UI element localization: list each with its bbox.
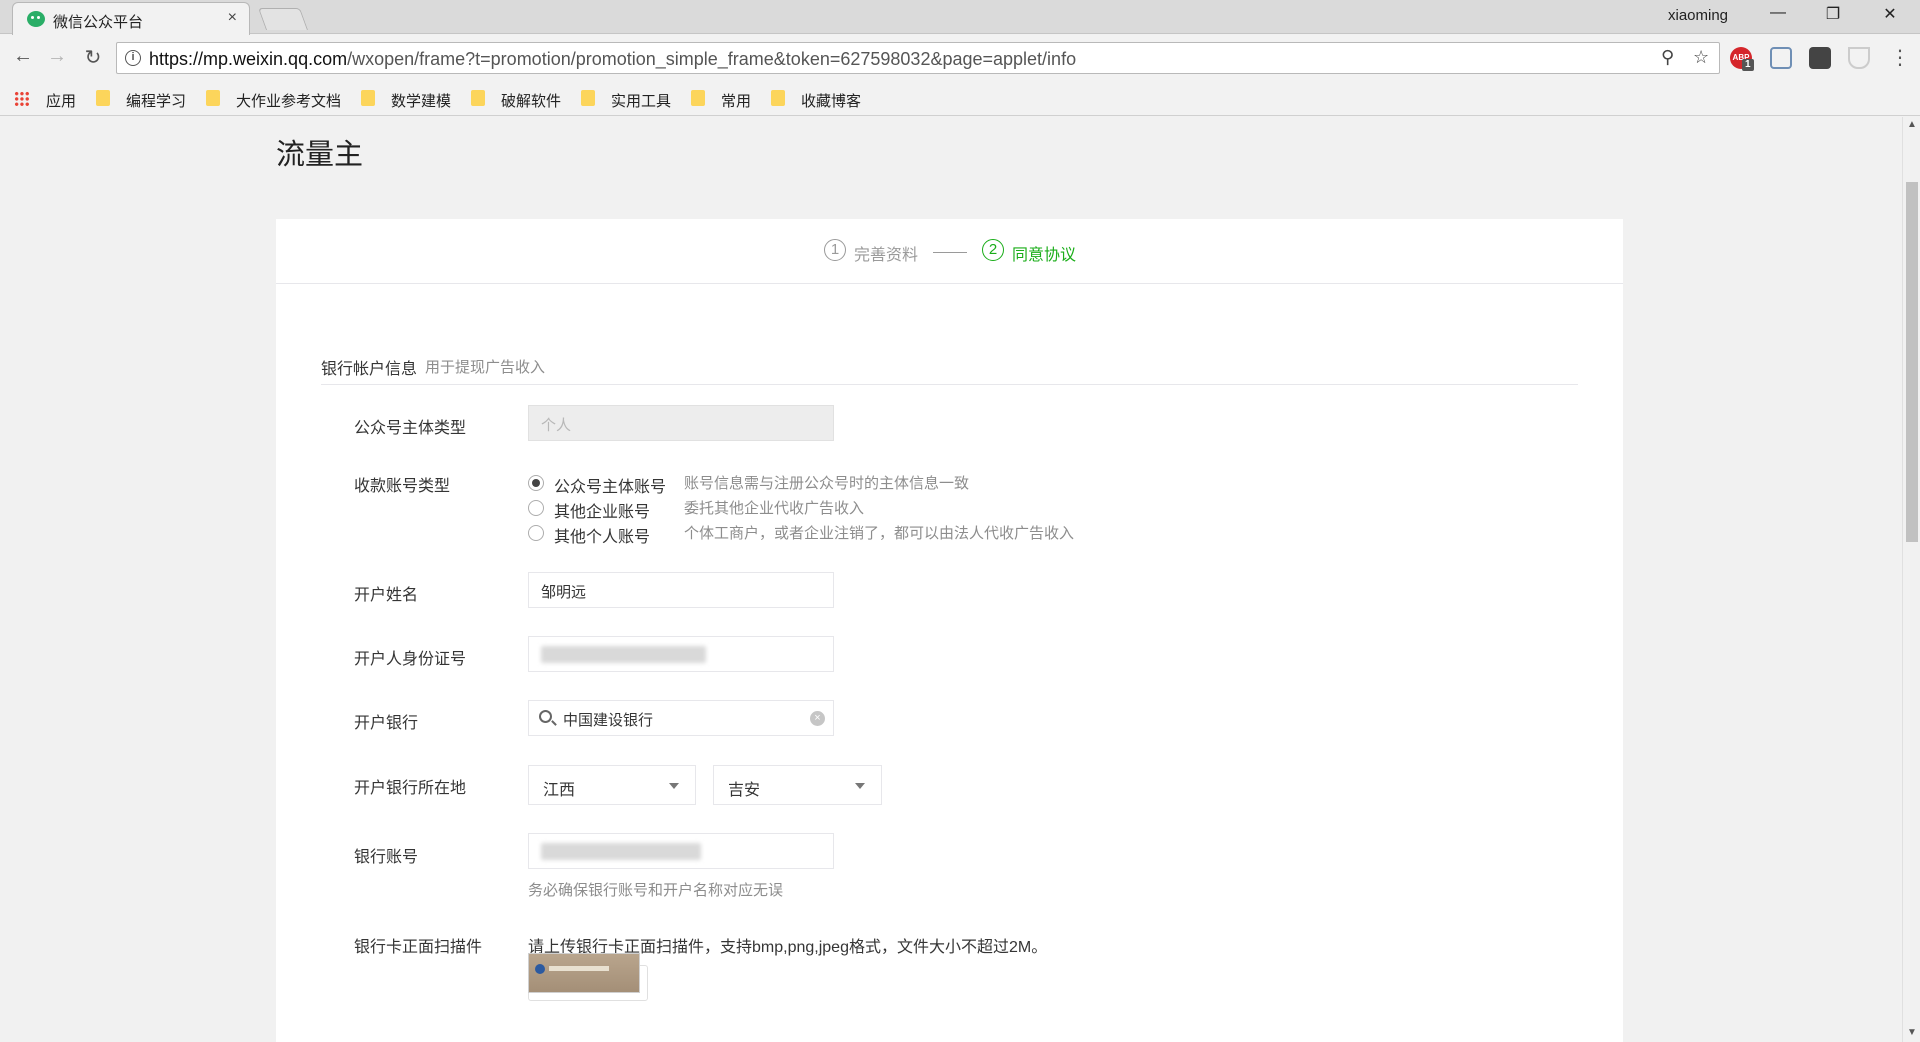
- province-value: 江西: [543, 776, 575, 800]
- card-scan-label: 银行卡正面扫描件: [354, 933, 482, 957]
- scroll-up-icon[interactable]: ▲: [1907, 119, 1917, 130]
- folder-icon: [206, 90, 220, 106]
- step-2-number: 2: [982, 239, 1004, 261]
- step-connector: [933, 252, 967, 253]
- chevron-down-icon: [669, 783, 679, 789]
- reload-icon[interactable]: ↻: [80, 45, 106, 70]
- folder-icon: [581, 90, 595, 106]
- profile-name[interactable]: xiaoming: [1668, 7, 1728, 24]
- minimize-button[interactable]: —: [1763, 4, 1793, 22]
- folder-icon: [771, 90, 785, 106]
- redacted-value: [541, 646, 706, 663]
- bookmarks-bar: 应用 编程学习 大作业参考文档 数学建模 破解软件 实用工具 常用 收藏博客: [0, 82, 1920, 116]
- browser-toolbar: ← → ↻ i https://mp.weixin.qq.com/wxopen/…: [0, 35, 1920, 82]
- browser-menu-icon[interactable]: ⋮: [1890, 45, 1910, 70]
- bank-label: 开户银行: [354, 709, 418, 733]
- wechat-icon: [27, 11, 45, 27]
- step-2-label: 同意协议: [1012, 241, 1076, 265]
- holder-name-input[interactable]: 邹明远: [528, 572, 834, 608]
- holder-name-value: 邹明远: [541, 581, 586, 602]
- holder-name-label: 开户姓名: [354, 581, 418, 605]
- apps-grid-icon[interactable]: [14, 91, 30, 107]
- back-icon[interactable]: ←: [10, 45, 36, 68]
- vertical-scrollbar[interactable]: ▲ ▼: [1902, 117, 1920, 1042]
- bookmark-folder[interactable]: 常用: [721, 90, 751, 111]
- account-type-label: 收款账号类型: [354, 472, 450, 496]
- id-number-input[interactable]: [528, 636, 834, 672]
- province-select[interactable]: 江西: [528, 765, 696, 805]
- bookmark-folder[interactable]: 收藏博客: [801, 90, 861, 111]
- section-title: 银行帐户信息: [321, 355, 417, 379]
- clear-icon[interactable]: ×: [810, 711, 825, 726]
- browser-tab-strip: 微信公众平台 × xiaoming — ❐ ✕: [0, 0, 1920, 34]
- url-text: https://mp.weixin.qq.com/wxopen/frame?t=…: [149, 49, 1076, 70]
- id-number-label: 开户人身份证号: [354, 645, 466, 669]
- shield-icon[interactable]: [1848, 47, 1870, 69]
- radio-label: 其他个人账号: [554, 523, 650, 547]
- extension-dark-icon[interactable]: [1809, 47, 1831, 69]
- section-header: 银行帐户信息 用于提现广告收入: [321, 355, 1578, 385]
- page-title: 流量主: [276, 131, 363, 173]
- bookmark-folder[interactable]: 编程学习: [126, 90, 186, 111]
- radio-hint: 委托其他企业代收广告收入: [684, 497, 864, 518]
- folder-icon: [691, 90, 705, 106]
- search-icon: [539, 710, 552, 723]
- chevron-down-icon: [855, 783, 865, 789]
- folder-icon: [471, 90, 485, 106]
- close-window-button[interactable]: ✕: [1875, 4, 1905, 24]
- section-description: 用于提现广告收入: [425, 356, 545, 377]
- radio-label: 公众号主体账号: [554, 473, 666, 497]
- bank-card-thumbnail: [528, 953, 640, 993]
- form-card: 1 完善资料 2 同意协议 银行帐户信息 用于提现广告收入 公众号主体类型 个人…: [276, 219, 1623, 1042]
- forward-icon[interactable]: →: [44, 45, 70, 68]
- scroll-down-icon[interactable]: ▼: [1907, 1027, 1917, 1038]
- address-bar[interactable]: i https://mp.weixin.qq.com/wxopen/frame?…: [116, 42, 1720, 74]
- entity-type-placeholder: 个人: [541, 414, 571, 435]
- bookmark-star-icon[interactable]: ☆: [1693, 47, 1709, 68]
- step-1-number: 1: [824, 239, 846, 261]
- radio-label: 其他企业账号: [554, 498, 650, 522]
- bookmark-folder[interactable]: 数学建模: [391, 90, 451, 111]
- folder-icon: [96, 90, 110, 106]
- bank-value: 中国建设银行: [563, 709, 653, 730]
- entity-type-field: 个人: [528, 405, 834, 441]
- site-info-icon[interactable]: i: [125, 50, 141, 66]
- radio-hint: 账号信息需与注册公众号时的主体信息一致: [684, 472, 969, 493]
- restore-button[interactable]: ❐: [1818, 4, 1848, 24]
- account-number-input[interactable]: [528, 833, 834, 869]
- radio-button[interactable]: [528, 475, 544, 491]
- radio-hint: 个体工商户，或者企业注销了，都可以由法人代收广告收入: [684, 522, 1074, 543]
- bookmark-apps[interactable]: 应用: [46, 90, 76, 111]
- folder-icon: [361, 90, 375, 106]
- scrollbar-thumb[interactable]: [1906, 182, 1918, 542]
- page-content: 流量主 1 完善资料 2 同意协议 银行帐户信息 用于提现广告收入 公众号主体类…: [0, 117, 1902, 1042]
- tab-title: 微信公众平台: [53, 11, 143, 32]
- browser-tab[interactable]: 微信公众平台 ×: [12, 2, 250, 35]
- close-tab-icon[interactable]: ×: [228, 9, 237, 27]
- bookmark-folder[interactable]: 实用工具: [611, 90, 671, 111]
- step-indicator: 1 完善资料 2 同意协议: [276, 219, 1623, 284]
- bookmark-folder[interactable]: 破解软件: [501, 90, 561, 111]
- new-tab-button[interactable]: [258, 8, 308, 30]
- entity-type-label: 公众号主体类型: [354, 414, 466, 438]
- account-number-label: 银行账号: [354, 843, 418, 867]
- bank-location-label: 开户银行所在地: [354, 774, 466, 798]
- account-number-hint: 务必确保银行账号和开户名称对应无误: [528, 879, 783, 900]
- bank-search-input[interactable]: 中国建设银行 ×: [528, 700, 834, 736]
- adblock-icon[interactable]: ABP1: [1730, 47, 1752, 69]
- radio-button[interactable]: [528, 500, 544, 516]
- redacted-value: [541, 843, 701, 860]
- step-1-label: 完善资料: [854, 241, 918, 265]
- bookmark-folder[interactable]: 大作业参考文档: [236, 90, 341, 111]
- extension-icon[interactable]: [1770, 47, 1792, 69]
- zoom-icon[interactable]: ⚲: [1661, 47, 1674, 68]
- city-select[interactable]: 吉安: [713, 765, 882, 805]
- radio-button[interactable]: [528, 525, 544, 541]
- city-value: 吉安: [728, 776, 760, 800]
- adblock-badge: 1: [1742, 59, 1754, 71]
